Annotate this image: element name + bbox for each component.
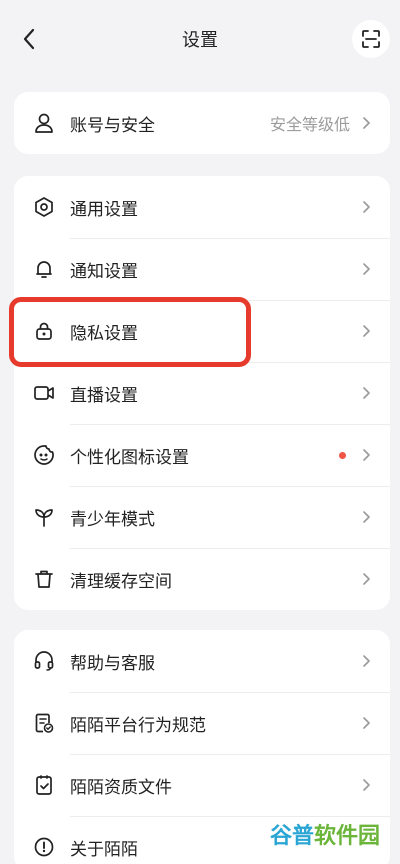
chevron-right-icon bbox=[360, 199, 372, 215]
settings-item-clear-cache[interactable]: 清理缓存空间 bbox=[14, 548, 390, 610]
settings-item-account-security[interactable]: 账号与安全 安全等级低 bbox=[14, 92, 390, 154]
page-title: 设置 bbox=[182, 30, 218, 51]
settings-item-live[interactable]: 直播设置 bbox=[14, 362, 390, 424]
privacy-highlight-box bbox=[9, 297, 251, 367]
user-icon bbox=[32, 111, 56, 135]
settings-item-general[interactable]: 通用设置 bbox=[14, 176, 390, 238]
watermark-part-1: 谷普 bbox=[270, 824, 315, 849]
settings-item-notification[interactable]: 通知设置 bbox=[14, 238, 390, 300]
clipboard-check-icon bbox=[32, 773, 56, 797]
security-level-value: 安全等级低 bbox=[269, 115, 350, 134]
hexagon-settings-icon bbox=[32, 195, 56, 219]
settings-item-label: 个性化图标设置 bbox=[70, 447, 189, 468]
chevron-right-icon bbox=[360, 447, 372, 463]
bell-icon bbox=[32, 257, 56, 281]
chevron-right-icon bbox=[360, 653, 372, 669]
headset-icon bbox=[32, 649, 56, 673]
info-icon bbox=[32, 835, 56, 859]
settings-item-label: 青少年模式 bbox=[70, 509, 155, 530]
chevron-right-icon bbox=[360, 571, 372, 587]
chevron-right-icon bbox=[360, 115, 372, 131]
settings-item-custom-icon[interactable]: 个性化图标设置 bbox=[14, 424, 390, 486]
settings-item-label: 账号与安全 bbox=[70, 115, 155, 136]
video-camera-icon bbox=[32, 381, 56, 405]
settings-item-label: 清理缓存空间 bbox=[70, 571, 172, 592]
settings-item-code-of-conduct[interactable]: 陌陌平台行为规范 bbox=[14, 692, 390, 754]
trash-icon bbox=[32, 567, 56, 591]
chevron-right-icon bbox=[360, 261, 372, 277]
watermark: 谷普软件园 bbox=[270, 818, 380, 850]
emoji-icon bbox=[32, 443, 56, 467]
settings-item-qualification[interactable]: 陌陌资质文件 bbox=[14, 754, 390, 816]
settings-item-label: 帮助与客服 bbox=[70, 653, 155, 674]
chevron-right-icon bbox=[360, 323, 372, 339]
sprout-icon bbox=[32, 505, 56, 529]
red-dot-badge bbox=[339, 451, 346, 459]
settings-item-label: 通用设置 bbox=[70, 199, 138, 220]
chevron-right-icon bbox=[360, 777, 372, 793]
settings-item-label: 直播设置 bbox=[70, 385, 138, 406]
settings-item-label: 通知设置 bbox=[70, 261, 138, 282]
settings-item-help[interactable]: 帮助与客服 bbox=[14, 630, 390, 692]
scan-icon bbox=[362, 30, 380, 48]
scan-button[interactable] bbox=[352, 20, 390, 58]
header: 设置 bbox=[0, 0, 400, 80]
settings-item-label: 陌陌资质文件 bbox=[70, 777, 172, 798]
chevron-right-icon bbox=[360, 509, 372, 525]
settings-item-teen-mode[interactable]: 青少年模式 bbox=[14, 486, 390, 548]
chevron-right-icon bbox=[360, 715, 372, 731]
watermark-part-2: 软件园 bbox=[314, 824, 381, 849]
settings-item-label: 陌陌平台行为规范 bbox=[70, 715, 206, 736]
account-card: 账号与安全 安全等级低 bbox=[14, 92, 390, 154]
settings-card: 通用设置 通知设置 隐私设置 直播设置 个性化图标设置 青少年模式 清理缓存空间 bbox=[14, 176, 390, 610]
chevron-right-icon bbox=[360, 385, 372, 401]
document-check-icon bbox=[32, 711, 56, 735]
